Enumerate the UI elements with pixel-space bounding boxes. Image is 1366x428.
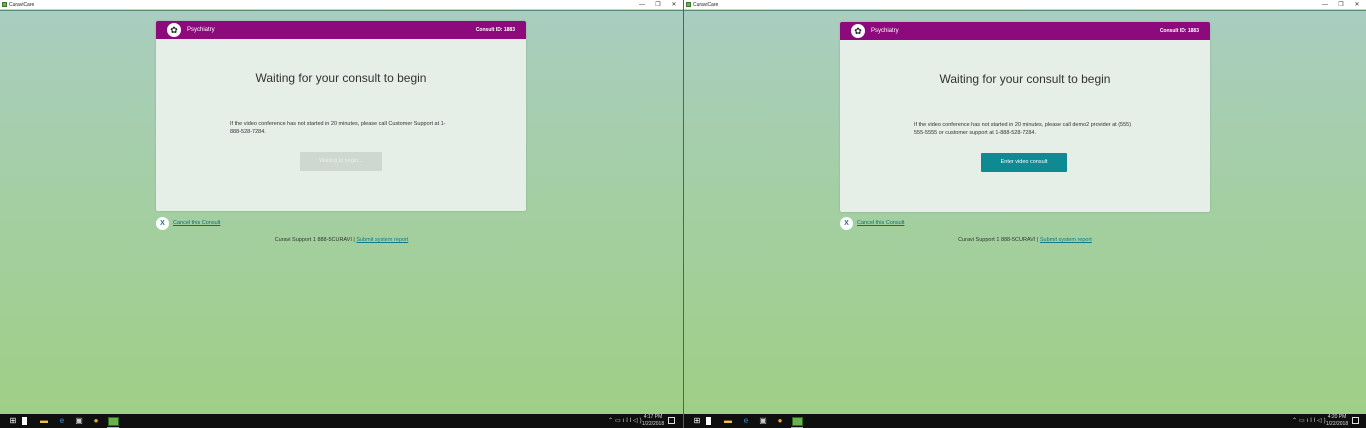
taskbar: ⊞ ▬ e ▣ ● ⌃▭ıll◁) 4:20 PM 1/22/2018 — [684, 414, 1366, 428]
page-title: Waiting for your consult to begin — [255, 71, 427, 85]
card-header: ✿ Psychiatry Consult ID: 1883 — [840, 22, 1210, 40]
app-content: ✿ Psychiatry Consult ID: 1883 Waiting fo… — [684, 11, 1366, 414]
maximize-button[interactable]: ❐ — [650, 0, 666, 10]
edge-icon[interactable]: e — [57, 416, 67, 426]
close-button[interactable]: ✕ — [666, 0, 682, 10]
app-content: ✿ Psychiatry Consult ID: 1883 Waiting fo… — [0, 11, 683, 414]
tray-clock[interactable]: 4:17 PM 1/22/2018 — [640, 414, 666, 428]
brain-icon: ✿ — [167, 23, 181, 37]
edge-icon[interactable]: e — [741, 416, 751, 426]
minimize-button[interactable]: — — [1317, 0, 1333, 10]
consult-id: Consult ID: 1883 — [1159, 28, 1199, 34]
window-titlebar: CuraviCare — ❐ ✕ — [0, 0, 683, 10]
consult-card: ✿ Psychiatry Consult ID: 1883 Waiting fo… — [156, 21, 526, 211]
store-icon[interactable]: ▣ — [74, 416, 84, 426]
x-icon[interactable]: X — [156, 217, 169, 230]
consult-card: ✿ Psychiatry Consult ID: 1883 Waiting fo… — [840, 22, 1210, 212]
right-screen: CuraviCare — ❐ ✕ ✿ Psychiatry Consult ID… — [683, 0, 1366, 428]
task-view-icon[interactable] — [22, 417, 27, 425]
cancel-consult-link[interactable]: Cancel this Consult — [173, 217, 220, 230]
close-button[interactable]: ✕ — [1349, 0, 1365, 10]
support-footer: Curavi Support 1 888-5CURAVI | Submit sy… — [684, 236, 1366, 244]
brain-icon: ✿ — [851, 24, 865, 38]
enter-video-consult-button[interactable]: Enter video consult — [981, 153, 1067, 172]
support-footer: Curavi Support 1 888-5CURAVI | Submit sy… — [0, 236, 683, 244]
curavicare-app-icon[interactable] — [792, 417, 803, 426]
tray-icons[interactable]: ⌃▭ıll◁) — [1292, 417, 1328, 424]
app-icon — [2, 2, 7, 7]
x-icon[interactable]: X — [840, 217, 853, 230]
taskbar: ⊞ ▬ e ▣ ● ⌃▭ıll◁) 4:17 PM 1/22/2018 — [0, 414, 683, 428]
clock-date: 1/22/2018 — [641, 421, 665, 427]
window-title: CuraviCare — [9, 2, 35, 8]
waiting-button: Waiting to begin... — [300, 152, 382, 171]
tray-icons[interactable]: ⌃▭ıll◁) — [608, 417, 644, 424]
task-view-icon[interactable] — [706, 417, 711, 425]
cancel-consult-link[interactable]: Cancel this Consult — [857, 217, 904, 230]
window-titlebar: CuraviCare — ❐ ✕ — [684, 0, 1366, 10]
specialty-label: Psychiatry — [871, 28, 899, 34]
window-title: CuraviCare — [693, 2, 719, 8]
specialty-label: Psychiatry — [187, 27, 215, 33]
support-text: Curavi Support 1 888-5CURAVI | — [274, 237, 357, 243]
instructions-text: If the video conference has not started … — [230, 121, 446, 135]
notification-icon[interactable] — [668, 417, 675, 424]
clock-time: 4:20 PM — [1327, 414, 1347, 420]
maximize-button[interactable]: ❐ — [1333, 0, 1349, 10]
file-explorer-icon[interactable]: ▬ — [39, 416, 49, 426]
chrome-icon[interactable]: ● — [775, 416, 785, 426]
consult-id: Consult ID: 1883 — [475, 27, 515, 33]
chrome-icon[interactable]: ● — [91, 416, 101, 426]
curavicare-app-icon[interactable] — [108, 417, 119, 426]
windows-start-icon[interactable]: ⊞ — [8, 416, 18, 426]
tray-clock[interactable]: 4:20 PM 1/22/2018 — [1324, 414, 1350, 428]
clock-date: 1/22/2018 — [1325, 421, 1349, 427]
notification-icon[interactable] — [1352, 417, 1359, 424]
submit-report-link[interactable]: Submit system report — [356, 237, 408, 243]
minimize-button[interactable]: — — [634, 0, 650, 10]
app-icon — [686, 2, 691, 7]
support-text: Curavi Support 1 888-5CURAVI | — [958, 237, 1040, 243]
instructions-text: If the video conference has not started … — [914, 122, 1132, 136]
file-explorer-icon[interactable]: ▬ — [723, 416, 733, 426]
left-screen: CuraviCare — ❐ ✕ ✿ Psychiatry Consult ID… — [0, 0, 683, 428]
submit-report-link[interactable]: Submit system report — [1040, 237, 1092, 243]
page-title: Waiting for your consult to begin — [939, 72, 1111, 86]
store-icon[interactable]: ▣ — [758, 416, 768, 426]
clock-time: 4:17 PM — [643, 414, 663, 420]
windows-start-icon[interactable]: ⊞ — [692, 416, 702, 426]
card-header: ✿ Psychiatry Consult ID: 1883 — [156, 21, 526, 39]
